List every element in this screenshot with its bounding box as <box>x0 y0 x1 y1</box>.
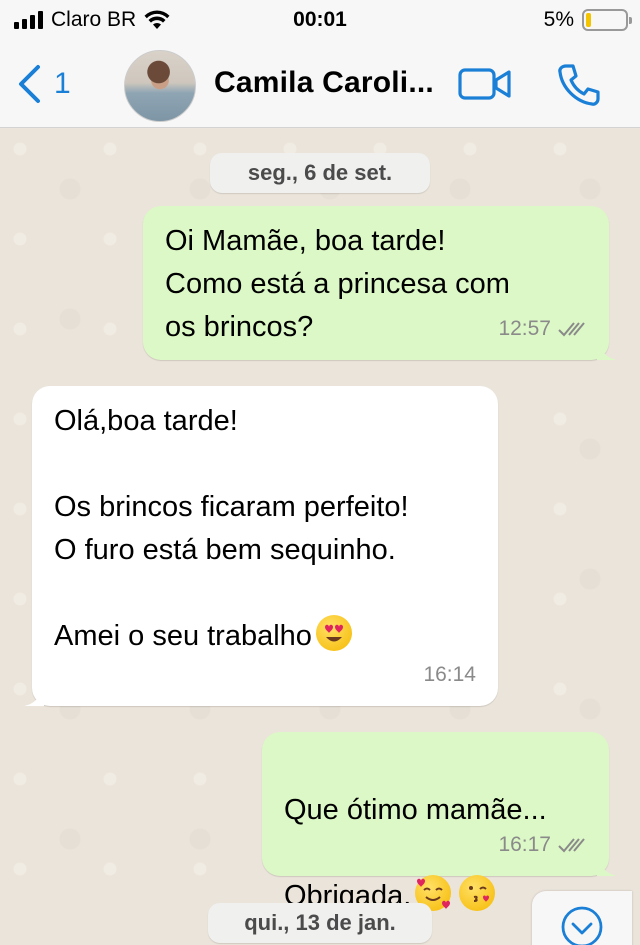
date-separator: seg., 6 de set. <box>210 153 430 193</box>
chevron-down-circle-icon <box>561 906 603 945</box>
bubble-tail <box>597 856 617 876</box>
status-bar: Claro BR 00:01 5% <box>0 0 640 42</box>
battery-icon <box>582 9 632 31</box>
chat-header: 1 Camila Caroli... <box>0 42 640 128</box>
message-time: 12:57 <box>498 317 551 340</box>
battery-percent: 5% <box>543 8 574 31</box>
message-meta: 16:17 <box>498 823 587 866</box>
chat-area[interactable]: seg., 6 de set. Oi Mamãe, boa tarde! Com… <box>0 129 640 945</box>
message-bubble-outgoing[interactable]: Oi Mamãe, boa tarde! Como está a princes… <box>143 206 617 360</box>
status-right: 5% <box>543 8 632 32</box>
heart-eyes-emoji <box>315 615 352 651</box>
double-check-icon <box>558 837 585 852</box>
message-time: 16:17 <box>498 833 551 856</box>
message-meta: 16:14 <box>423 653 476 696</box>
back-button[interactable]: 1 <box>16 64 71 104</box>
scroll-to-bottom-button[interactable] <box>532 891 632 945</box>
contact-avatar[interactable] <box>124 50 196 122</box>
bubble-tail <box>24 686 44 706</box>
message-time: 16:14 <box>423 663 476 686</box>
battery-level-fill <box>586 13 591 27</box>
message-meta: 12:57 <box>498 307 587 350</box>
contact-name[interactable]: Camila Caroli... <box>214 66 434 100</box>
chevron-left-icon <box>19 65 40 103</box>
date-separator: qui., 13 de jan. <box>208 903 432 943</box>
unread-count: 1 <box>54 67 71 100</box>
kissing-heart-emoji <box>459 875 496 911</box>
message-bubble-incoming[interactable]: Olá,boa tarde! Os brincos ficaram perfei… <box>24 386 498 706</box>
phone-icon[interactable] <box>556 62 602 108</box>
double-check-icon <box>558 321 585 336</box>
video-call-icon[interactable] <box>458 66 512 102</box>
bubble-tail <box>597 340 617 360</box>
message-text-body: Olá,boa tarde! Os brincos ficaram perfei… <box>54 405 409 652</box>
message-text: Olá,boa tarde! Os brincos ficaram perfei… <box>54 400 476 658</box>
message-bubble-outgoing[interactable]: Que ótimo mamãe... Obrigada. 16:17 <box>262 732 617 912</box>
